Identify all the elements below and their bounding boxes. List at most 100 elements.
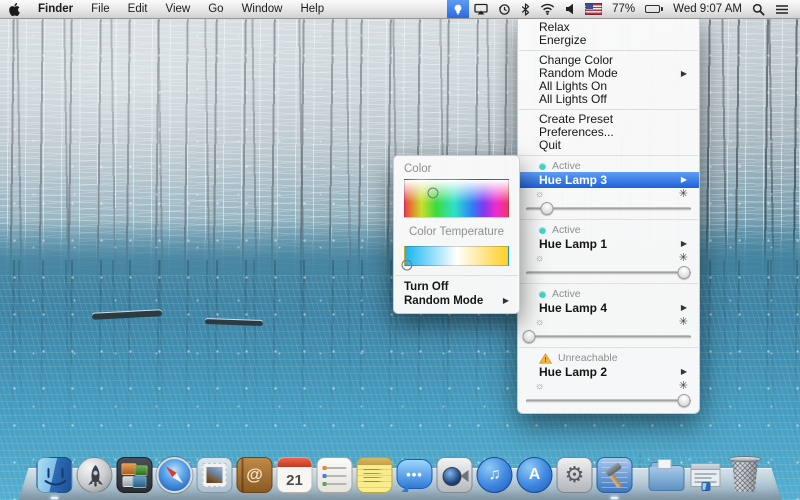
menu-go[interactable]: Go: [199, 0, 232, 18]
dock-messages[interactable]: •••: [397, 457, 433, 493]
spotlight-icon[interactable]: [747, 0, 770, 18]
active-status-dot-icon: [539, 227, 546, 234]
menu-item-hue-lamp-2[interactable]: Hue Lamp 2 ▶: [518, 364, 699, 380]
brightness-slider-hue-lamp-1[interactable]: [518, 265, 699, 280]
dock-calendar[interactable]: 21: [277, 457, 313, 493]
notification-center-icon[interactable]: [770, 0, 794, 18]
active-status-dot-icon: [539, 163, 546, 170]
facetime-icon: [437, 457, 473, 493]
dock-launchpad[interactable]: [77, 457, 113, 493]
dock-app-store[interactable]: A: [517, 457, 553, 493]
menu-item-all-lights-off[interactable]: All Lights Off: [518, 93, 699, 106]
slider-track-area: [526, 393, 691, 408]
submenu-item-random-mode[interactable]: Random Mode▶: [394, 294, 519, 308]
dock-mail[interactable]: [197, 457, 233, 493]
camera-viewfinder: [461, 470, 469, 482]
submenu-arrow-icon: ▶: [681, 364, 687, 380]
input-source-flag-icon[interactable]: [580, 0, 607, 18]
brightness-slider-hue-lamp-4[interactable]: [518, 329, 699, 344]
menu-separator: [519, 347, 698, 348]
color-picker-handle[interactable]: [427, 188, 438, 199]
lamp-status-label: Active: [552, 160, 581, 172]
bluetooth-icon[interactable]: [516, 0, 535, 18]
reminder-bullet: [323, 466, 327, 470]
submenu-arrow-icon: ▶: [681, 300, 687, 316]
wifi-icon[interactable]: [535, 0, 560, 18]
launchpad-icon: [77, 457, 113, 493]
dock-safari[interactable]: [157, 457, 193, 493]
desktop: Finder File Edit View Go Window Help: [0, 0, 800, 500]
notes-binding: [358, 458, 392, 465]
dock-finder[interactable]: [37, 457, 73, 493]
menu-view[interactable]: View: [157, 0, 200, 18]
dock-system-preferences[interactable]: ⚙: [557, 457, 593, 493]
menu-help[interactable]: Help: [291, 0, 333, 18]
volume-icon[interactable]: [560, 0, 580, 18]
menubar-clock[interactable]: Wed 9:07 AM: [668, 0, 747, 18]
brightness-slider-hue-lamp-3[interactable]: [518, 201, 699, 216]
color-temperature-label: Color Temperature: [394, 218, 519, 242]
dock-facetime[interactable]: [437, 457, 473, 493]
slider-knob[interactable]: [523, 330, 536, 343]
safari-icon: [157, 457, 193, 493]
temperature-picker-handle[interactable]: [402, 260, 413, 271]
menu-bar-left: Finder File Edit View Go Window Help: [0, 0, 333, 18]
dock-downloads-folder[interactable]: [649, 457, 685, 493]
reminder-line: [324, 475, 347, 477]
menu-item-energize[interactable]: Energize: [518, 34, 699, 47]
menu-item-hue-lamp-1[interactable]: Hue Lamp 1 ▶: [518, 236, 699, 252]
gear-icon: ⚙: [565, 464, 585, 486]
menu-item-hue-lamp-4[interactable]: Hue Lamp 4 ▶: [518, 300, 699, 316]
color-picker-field[interactable]: [404, 179, 509, 218]
lamp-status-row: Active: [518, 159, 699, 172]
full-brightness-icon: ✳: [679, 381, 688, 392]
slider-knob[interactable]: [678, 266, 691, 279]
stamp: [203, 463, 227, 487]
brightness-icons-row: ☼ ✳: [518, 188, 699, 201]
svg-text:!: !: [544, 355, 547, 364]
menu-file[interactable]: File: [82, 0, 119, 18]
calendar-header: [278, 458, 312, 467]
messages-icon: •••: [397, 459, 433, 489]
menu-item-quit[interactable]: Quit: [518, 139, 699, 152]
finder-badge-icon: [702, 482, 711, 491]
lamp-section-hue-lamp-2: ! Unreachable Hue Lamp 2 ▶ ☼ ✳: [518, 351, 699, 408]
menu-edit[interactable]: Edit: [119, 0, 157, 18]
dock-itunes[interactable]: ♫: [477, 457, 513, 493]
app-store-icon: A: [517, 457, 553, 493]
window-thumb: [133, 476, 147, 488]
dock-mission-control[interactable]: [117, 457, 153, 493]
dock-trash[interactable]: [727, 455, 764, 493]
slider-knob[interactable]: [541, 202, 554, 215]
itunes-icon: ♫: [477, 457, 513, 493]
dock-reminders[interactable]: [317, 457, 353, 493]
apple-menu[interactable]: [0, 0, 29, 18]
menu-bar-right: 77% Wed 9:07 AM: [447, 0, 800, 18]
app-menu-finder[interactable]: Finder: [29, 0, 82, 18]
trash-rim: [729, 456, 762, 462]
apple-icon: [9, 3, 20, 16]
menu-window[interactable]: Window: [233, 0, 292, 18]
brightness-slider-hue-lamp-2[interactable]: [518, 393, 699, 408]
brightness-icons-row: ☼ ✳: [518, 380, 699, 393]
dim-brightness-icon: ☼: [535, 190, 544, 200]
slider-knob[interactable]: [678, 394, 691, 407]
contacts-icon: @: [237, 457, 273, 493]
dock-screenshot-file[interactable]: [689, 457, 723, 493]
battery-icon[interactable]: [640, 0, 668, 18]
submenu-item-turn-off[interactable]: Turn Off: [394, 280, 519, 294]
hue-lamp-menubar-icon[interactable]: [447, 0, 469, 18]
us-flag-icon: [585, 3, 602, 15]
menu-separator: [519, 109, 698, 110]
dock-notes[interactable]: [357, 457, 393, 493]
menu-item-hue-lamp-3[interactable]: Hue Lamp 3 ▶: [518, 172, 699, 188]
battery-percent[interactable]: 77%: [607, 0, 640, 18]
dock-xcode[interactable]: [597, 457, 633, 493]
slider-track-area: [526, 265, 691, 280]
time-machine-icon[interactable]: [493, 0, 516, 18]
brightness-icons-row: ☼ ✳: [518, 316, 699, 329]
color-temperature-slider[interactable]: [404, 246, 509, 266]
lightbulb-icon: [452, 3, 464, 16]
dock-contacts[interactable]: @: [237, 457, 273, 493]
airplay-display-icon[interactable]: [469, 0, 493, 18]
